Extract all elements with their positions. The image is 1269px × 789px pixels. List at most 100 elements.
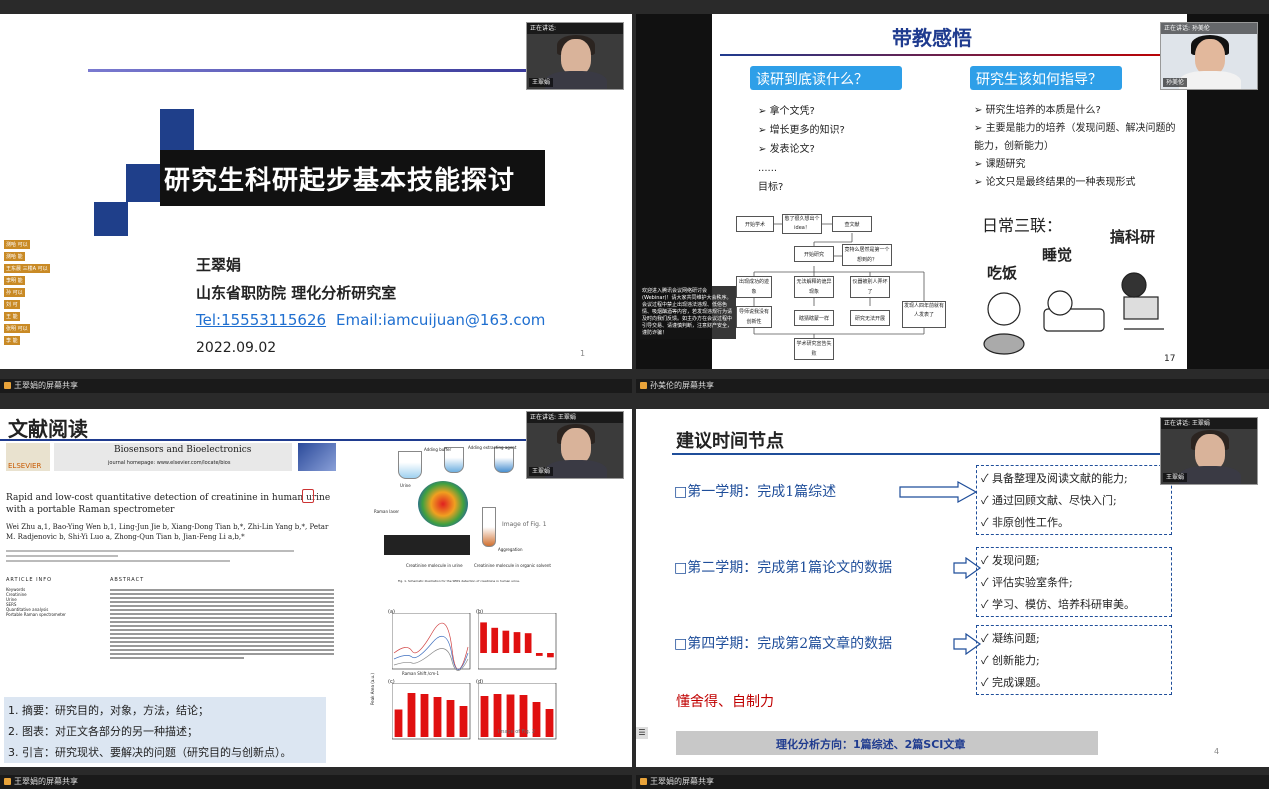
- term-item: ✓ 学习、模仿、培养科研审美。: [981, 598, 1136, 611]
- journal-homepage: journal homepage: www.elsevier.com/locat…: [108, 460, 231, 466]
- check-updates-icon[interactable]: [302, 489, 314, 503]
- chat-line: 测哈 能: [4, 252, 25, 261]
- bar: [446, 700, 455, 737]
- speaker-camera[interactable]: 正在讲话: 王翠娟 王翠娟: [1160, 417, 1258, 485]
- footer-text: 理化分析方向：1篇综述、2篇SCI文章: [776, 738, 966, 751]
- list-item: ➢ 研究生培养的本质是什么?: [974, 105, 1101, 116]
- term-box: ✓ 具备整理及阅读文献的能力; ✓ 通过回顾文献、尽快入门; ✓ 非原创性工作。: [976, 465, 1172, 535]
- journal-banner: Biosensors and Bioelectronics journal ho…: [54, 443, 292, 471]
- chat-line: 刘 可: [4, 300, 20, 309]
- term-row-3: □第四学期：完成第2篇文章的数据 ✓ 凝练问题; ✓ 创新能力; ✓ 完成课题。: [674, 625, 1229, 695]
- bar: [480, 696, 489, 737]
- term-label: □第一学期：完成1篇综述: [674, 484, 837, 500]
- fig1-label: Creatinine molecule in urine: [406, 563, 463, 568]
- screen-share-3: 文献阅读 ELSEVIER Biosensors and Bioelectron…: [0, 409, 632, 767]
- share-icon: [4, 382, 11, 389]
- bar: [513, 632, 521, 653]
- bar-chart-b: [478, 613, 557, 670]
- term-item: ✓ 非原创性工作。: [981, 516, 1070, 529]
- flow-node: 研究无法开展: [850, 310, 890, 326]
- bar: [535, 653, 543, 656]
- share-label: 王翠娟的屏幕共享: [650, 777, 714, 786]
- term-row-2: □第二学期：完成第1篇论文的数据 ✓ 发现问题; ✓ 评估实验室条件; ✓ 学习…: [674, 547, 1229, 617]
- screen-share-2: 带教感悟 读研到底读什么？ 研究生该如何指导？ ➢ 拿个文凭? ➢ 增长更多的知…: [636, 14, 1269, 369]
- bar: [502, 630, 510, 653]
- slogan: 日常三联：: [982, 216, 1063, 235]
- fig1-label: Aggregation: [498, 547, 523, 552]
- deco-square-2: [126, 164, 160, 202]
- camera-name: 孙美伦: [1163, 78, 1188, 87]
- cartoon-illustration: [983, 272, 1164, 355]
- image-label: Image of Fig. 2: [498, 729, 536, 735]
- speaker-body: [1179, 466, 1241, 484]
- title-rule: [720, 54, 1180, 56]
- flow-node: 开始学术: [736, 216, 774, 232]
- slide-title: 建议时间节点: [676, 431, 784, 452]
- fig1-label: Adding buffer: [424, 447, 452, 452]
- paper-title-2: with a portable Raman spectrometer: [6, 505, 175, 515]
- page-number: 1: [580, 349, 586, 358]
- fig1-label: Urine: [400, 483, 411, 488]
- slide-title: 文献阅读: [8, 417, 88, 441]
- list-item: ➢ 发表论文?: [758, 144, 815, 155]
- bar: [433, 697, 442, 737]
- page-number: 17: [1164, 354, 1176, 364]
- flow-node: 无法解释的诡异现象: [794, 276, 834, 298]
- list-item: ➢ 论文只是最终结果的一种表现形式: [974, 177, 1136, 188]
- paper-title-1: Rapid and low-cost quantitative detectio…: [6, 493, 331, 503]
- journal-name: Biosensors and Bioelectronics: [114, 445, 252, 455]
- arrow-icon: [899, 481, 978, 503]
- flow-node: 导师说我没有创新性: [736, 306, 772, 328]
- share-label: 孙美伦的屏幕共享: [650, 381, 714, 390]
- abstract-head: ABSTRACT: [110, 577, 145, 583]
- publisher-label: ELSEVIER: [8, 462, 42, 470]
- bar: [394, 709, 403, 737]
- tel-link[interactable]: Tel:15553115626: [196, 311, 326, 329]
- affiliation: 山东省职防院 理化分析研究室: [196, 284, 397, 302]
- slide-title: 带教感悟: [892, 26, 972, 50]
- list-item: ......: [758, 163, 778, 174]
- term-box: ✓ 发现问题; ✓ 评估实验室条件; ✓ 学习、模仿、培养科研审美。: [976, 547, 1172, 617]
- fig1-label: Creatinine molecule in organic solvent: [474, 563, 551, 568]
- flow-node: 憋了很久想出个idea！: [782, 214, 822, 234]
- speaker-face: [1195, 39, 1225, 75]
- bar-chart-c: [392, 683, 471, 740]
- slide-canvas: 带教感悟 读研到底读什么？ 研究生该如何指导？ ➢ 拿个文凭? ➢ 增长更多的知…: [712, 14, 1187, 369]
- spectra-plot: [392, 613, 471, 671]
- speaker-camera[interactable]: 正在讲话: 孙美伦 孙美伦: [1160, 22, 1258, 90]
- chat-line: 张明 可以: [4, 324, 30, 333]
- speaker-camera[interactable]: 正在讲话: 王翠娟 王翠娟: [526, 411, 624, 479]
- term-item: ✓ 凝练问题;: [981, 632, 1040, 645]
- left-heading-box: 读研到底读什么？: [750, 66, 902, 90]
- speaker-camera[interactable]: 正在讲话: 王翠娟: [526, 22, 624, 90]
- list-item: ➢ 增长更多的知识?: [758, 125, 845, 136]
- summary-item: 2. 图表：对正文各部分的另一种描述；: [8, 725, 198, 738]
- text-filler: [6, 560, 230, 562]
- fig1-label: Raman laser: [374, 509, 400, 514]
- term-item: ✓ 通过回顾文献、尽快入门;: [981, 494, 1117, 507]
- slide-title: 研究生科研起步基本技能探讨: [164, 166, 516, 196]
- bar: [547, 653, 554, 658]
- chat-line: 李明 能: [4, 276, 25, 285]
- share-label-bar-2: 孙美伦的屏幕共享: [636, 379, 1269, 393]
- share-icon: [640, 382, 647, 389]
- bar: [407, 693, 416, 737]
- title-rule: [672, 453, 1162, 455]
- abstract-body: [110, 587, 334, 661]
- share-label: 王翠娟的屏幕共享: [14, 777, 78, 786]
- flowchart: 开始学术 憋了很久想出个idea！ 查文献 开始研究 竟特么居然是第一个想到的？…: [734, 206, 964, 366]
- sidebar-toggle[interactable]: ☰: [636, 727, 648, 739]
- title-banner: 研究生科研起步基本技能探讨: [160, 150, 545, 206]
- text-filler: [6, 550, 294, 552]
- fig2: (a) (b) (c) (d) Raman Shift /cm-1 Peak A…: [370, 609, 570, 759]
- webinar-notice: 欢迎进入腾讯会议网络研讨会(Webinar)！请大家共同维护大会秩序。会议过程中…: [640, 286, 736, 339]
- term-label: □第四学期：完成第2篇文章的数据: [674, 636, 893, 652]
- flow-node: 瞎猜瞎蒙一样: [794, 310, 834, 326]
- bar: [459, 706, 468, 737]
- chart-frame: [392, 683, 471, 740]
- bar: [545, 709, 554, 737]
- flow-node: 发现人四年前就有人发表了: [902, 301, 946, 328]
- screen-share-4: 建议时间节点 □第一学期：完成1篇综述 ✓ 具备整理及阅读文献的能力; ✓ 通过…: [636, 409, 1269, 767]
- bar: [480, 622, 487, 653]
- author-name: 王翠娟: [196, 256, 242, 274]
